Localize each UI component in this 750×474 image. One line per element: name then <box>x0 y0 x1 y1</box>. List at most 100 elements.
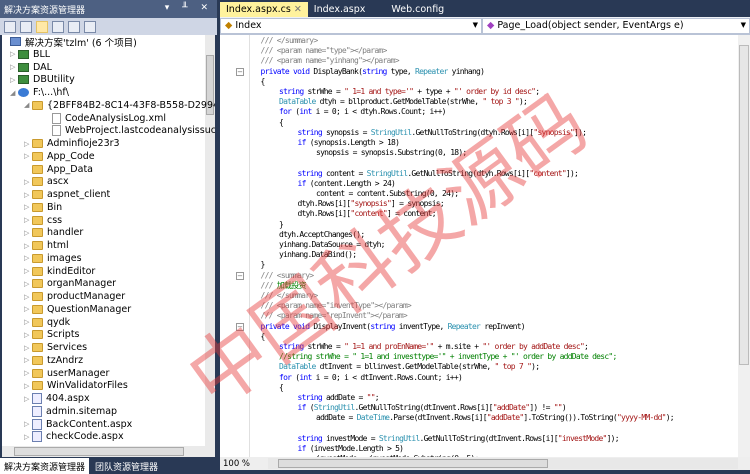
code-token: ( <box>305 403 315 413</box>
refresh-icon[interactable] <box>20 20 32 33</box>
tree-item[interactable]: 解决方案'tzlm' (6 个项目) <box>10 35 137 49</box>
code-token: int <box>299 107 312 117</box>
code-token: dtyh = bllproduct.GetModelTable(strWhe, <box>315 97 483 107</box>
scroll-thumb[interactable] <box>739 45 749 365</box>
expand-arrow-icon[interactable]: ▷ <box>24 369 32 377</box>
tree-item[interactable]: WebProject.lastcodeanalysissucceeded <box>44 124 215 137</box>
tree-vertical-scrollbar[interactable] <box>205 35 215 446</box>
expand-arrow-icon[interactable]: ▷ <box>10 76 18 84</box>
tree-item[interactable]: ◢ F:\...\hf\ <box>10 86 69 99</box>
code-token: StringUtil <box>313 403 355 413</box>
editor-vertical-scrollbar[interactable] <box>738 35 750 457</box>
code-token: if <box>297 403 307 413</box>
tree-item[interactable]: ▷ css <box>24 214 62 227</box>
scroll-thumb[interactable] <box>278 459 548 468</box>
collapse-icon[interactable]: − <box>236 322 244 331</box>
tree-item[interactable]: ▷ QuestionManager <box>24 303 131 316</box>
expand-arrow-icon[interactable]: ◢ <box>24 101 32 109</box>
code-token: /// </summary> <box>260 291 319 300</box>
expand-arrow-icon[interactable]: ▷ <box>24 178 32 186</box>
tree-item[interactable]: ▷ ascx <box>24 175 69 188</box>
tree-item[interactable]: ▷ organManager <box>24 277 116 290</box>
collapse-icon[interactable]: − <box>236 271 244 280</box>
properties-icon[interactable] <box>4 20 16 33</box>
expand-arrow-icon[interactable]: ◢ <box>10 89 18 97</box>
aspx-page-icon <box>32 418 42 430</box>
expand-arrow-icon[interactable]: ▷ <box>24 203 32 211</box>
tab-team-explorer[interactable]: 团队资源管理器 <box>91 458 162 474</box>
tree-item[interactable]: ▷ images <box>24 252 82 265</box>
code-token: "addDate" <box>486 413 524 423</box>
tree-item[interactable]: ▷ Adminfioje23r3 <box>24 137 120 150</box>
tree-item[interactable]: ▷ BackContent.aspx <box>24 418 132 431</box>
tree-item[interactable]: ◢ {2BFF84B2-8C14-43F8-B558-D2994315A829 <box>24 99 215 112</box>
tree-item[interactable]: ▷ WinValidatorFiles <box>24 379 128 392</box>
tree-item[interactable]: ▷ checkCode.aspx <box>24 430 124 443</box>
close-icon[interactable]: ✕ <box>294 4 302 15</box>
code-area[interactable]: /// </summary>/// <param name="type"></p… <box>220 35 750 457</box>
tree-item[interactable]: ▷ productManager <box>24 290 125 303</box>
expand-arrow-icon[interactable]: ▷ <box>10 63 18 71</box>
tree-item[interactable]: App_Data <box>24 163 93 176</box>
tree-item[interactable]: ▷ kindEditor <box>24 265 95 278</box>
expand-arrow-icon[interactable]: ▷ <box>24 191 32 199</box>
tree-horizontal-scrollbar[interactable] <box>2 446 215 457</box>
expand-arrow-icon[interactable]: ▷ <box>24 216 32 224</box>
tree-item[interactable]: ▷ tzAndrz <box>24 354 83 367</box>
expand-arrow-icon[interactable]: ▷ <box>24 318 32 326</box>
class-dropdown[interactable]: ◆ Index ▼ <box>220 18 482 34</box>
collapse-icon[interactable]: − <box>236 67 244 76</box>
tree-item-label: aspnet_client <box>47 189 111 200</box>
show-all-files-icon[interactable] <box>36 20 48 33</box>
expand-arrow-icon[interactable]: ▷ <box>24 331 32 339</box>
expand-arrow-icon[interactable]: ▷ <box>24 267 32 275</box>
class-diagram-icon[interactable] <box>84 20 96 33</box>
tree-item[interactable]: ▷ DBUtility <box>10 73 75 86</box>
tree-item[interactable]: ▷ DAL <box>10 61 52 74</box>
tree-item[interactable]: ▷ qydk <box>24 316 70 329</box>
tree-item[interactable]: ▷ aspnet_client <box>24 188 110 201</box>
tab-solution-explorer[interactable]: 解决方案资源管理器 <box>0 458 90 474</box>
expand-arrow-icon[interactable]: ▷ <box>24 433 32 441</box>
tree-item[interactable]: ▷ handler <box>24 226 83 239</box>
expand-arrow-icon[interactable]: ▷ <box>24 140 32 148</box>
tree-item[interactable]: ▷ BLL <box>10 48 50 61</box>
expand-arrow-icon[interactable]: ▷ <box>24 305 32 313</box>
expand-arrow-icon[interactable]: ▷ <box>24 420 32 428</box>
panel-controls[interactable]: ▾ ╨ ✕ <box>165 3 213 15</box>
editor-horizontal-scrollbar[interactable] <box>268 458 738 469</box>
code-line: yinhang.DataBind(); <box>279 250 357 260</box>
code-token: type, <box>386 66 416 76</box>
expand-arrow-icon[interactable]: ▷ <box>24 152 32 160</box>
tree-item[interactable]: ▷ Bin <box>24 201 62 214</box>
tree-item[interactable]: ▷ 404.aspx <box>24 392 90 405</box>
expand-arrow-icon[interactable]: ▷ <box>24 344 32 352</box>
zoom-level[interactable]: 100 % <box>220 459 250 469</box>
tree-item[interactable]: ▷ html <box>24 239 69 252</box>
expand-arrow-icon[interactable]: ▷ <box>24 280 32 288</box>
tab-index-aspx-cs[interactable]: Index.aspx.cs ✕ <box>220 2 308 17</box>
tree-item[interactable]: ▷ userManager <box>24 367 109 380</box>
tree-item[interactable]: ▷ Services <box>24 341 87 354</box>
view-code-icon[interactable] <box>52 20 64 33</box>
view-designer-icon[interactable] <box>68 20 80 33</box>
tree-item[interactable]: ▷ App_Code <box>24 150 95 163</box>
tab-index-aspx[interactable]: Index.aspx <box>308 2 372 17</box>
expand-arrow-icon[interactable]: ▷ <box>24 395 32 403</box>
code-line: addDate = DateTime.Parse(dtInvent.Rows[i… <box>316 413 675 423</box>
expand-arrow-icon[interactable]: ▷ <box>24 293 32 301</box>
code-token: content = content.Substring(0, 24); <box>316 189 459 198</box>
expand-arrow-icon[interactable]: ▷ <box>24 242 32 250</box>
tree-item-label: html <box>47 240 69 251</box>
expand-arrow-icon[interactable]: ▷ <box>24 229 32 237</box>
expand-arrow-icon[interactable]: ▷ <box>24 254 32 262</box>
tree-item[interactable]: admin.sitemap <box>24 405 117 418</box>
scroll-thumb[interactable] <box>14 447 184 456</box>
tree-item[interactable]: ▷ Scripts <box>24 328 80 341</box>
tab-web-config[interactable]: Web.config <box>385 2 450 17</box>
member-dropdown[interactable]: ◆ Page_Load(object sender, EventArgs e) ▼ <box>482 18 750 34</box>
expand-arrow-icon[interactable]: ▷ <box>24 356 32 364</box>
expand-arrow-icon[interactable]: ▷ <box>24 382 32 390</box>
expand-arrow-icon[interactable]: ▷ <box>10 50 18 58</box>
tree-item[interactable]: CodeAnalysisLog.xml <box>44 112 166 125</box>
